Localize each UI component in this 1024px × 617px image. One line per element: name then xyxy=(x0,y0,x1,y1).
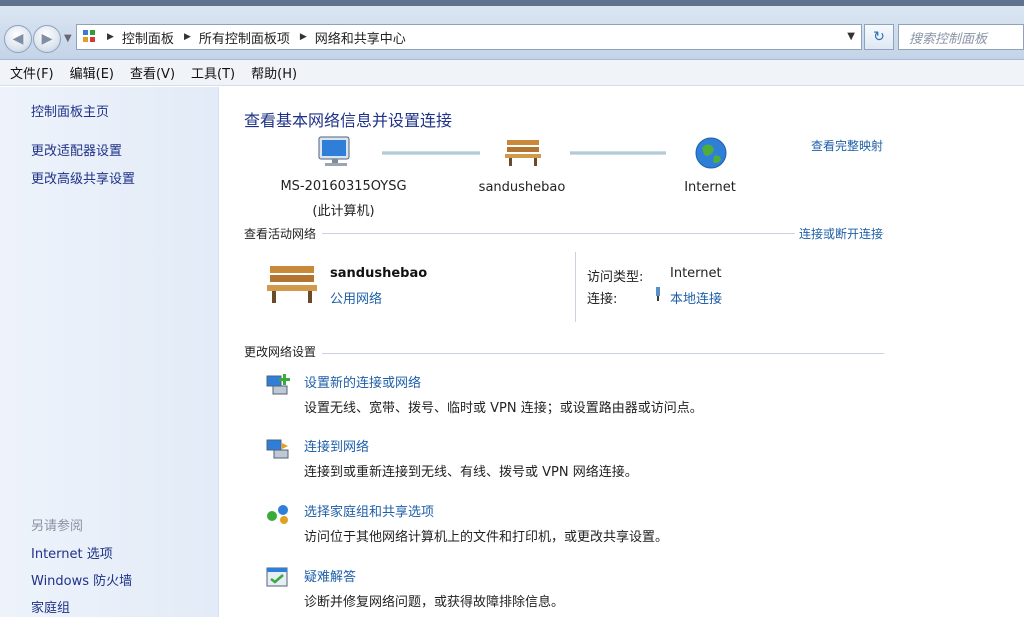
left-sidebar: 控制面板主页 更改适配器设置 更改高级共享设置 另请参阅 Internet 选项… xyxy=(0,87,219,617)
homegroup-icon xyxy=(267,505,288,524)
sidebar-link-adapter-settings[interactable]: 更改适配器设置 xyxy=(31,140,122,159)
task-desc-troubleshoot: 诊断并修复网络问题，或获得故障排除信息。 xyxy=(304,595,565,610)
search-input[interactable]: 搜索控制面板 xyxy=(898,24,1024,50)
computer-sub-label: (此计算机) xyxy=(312,204,375,219)
section-divider xyxy=(244,233,884,234)
forward-arrow-icon: ▶ xyxy=(41,31,53,47)
new-connection-icon xyxy=(266,374,290,395)
active-networks-heading: 查看活动网络 xyxy=(244,225,323,242)
refresh-icon: ↻ xyxy=(873,29,885,45)
menu-edit[interactable]: 编辑(E) xyxy=(70,63,114,82)
address-bar[interactable]: ▶ 控制面板 ▶ 所有控制面板项 ▶ 网络和共享中心 ▼ xyxy=(76,24,862,50)
access-type-value: Internet xyxy=(670,266,722,281)
task-homegroup-sharing[interactable]: 选择家庭组和共享选项 xyxy=(304,501,434,520)
task-desc-homegroup: 访问位于其他网络计算机上的文件和打印机，或更改共享设置。 xyxy=(304,530,669,545)
task-desc-setup: 设置无线、宽带、拨号、临时或 VPN 连接；或设置路由器或访问点。 xyxy=(304,401,703,416)
network-name-label: sandushebao xyxy=(478,180,566,195)
back-arrow-icon: ◀ xyxy=(12,31,24,47)
task-setup-new-connection[interactable]: 设置新的连接或网络 xyxy=(304,372,421,391)
back-button[interactable]: ◀ xyxy=(4,25,32,53)
sidebar-link-internet-options[interactable]: Internet 选项 xyxy=(31,543,113,562)
bench-icon[interactable] xyxy=(503,137,543,167)
bench-icon xyxy=(267,266,317,303)
connect-disconnect-link[interactable]: 连接或断开连接 xyxy=(794,225,883,242)
breadcrumb-separator-icon[interactable]: ▶ xyxy=(107,32,114,42)
plug-icon xyxy=(656,287,660,301)
address-dropdown-icon[interactable]: ▼ xyxy=(847,31,855,42)
sidebar-link-control-panel-home[interactable]: 控制面板主页 xyxy=(31,101,109,120)
change-settings-heading: 更改网络设置 xyxy=(244,343,323,360)
window-top-edge xyxy=(0,0,1024,6)
history-dropdown-icon[interactable]: ▼ xyxy=(64,33,72,44)
access-type-key: 访问类型: xyxy=(587,270,644,285)
menu-help[interactable]: 帮助(H) xyxy=(251,63,297,82)
globe-icon[interactable] xyxy=(694,136,728,170)
computer-name-label: MS-20160315OYSG xyxy=(280,179,407,194)
main-content: 查看基本网络信息并设置连接 查看完整映射 MS-20160315OYSG (此计… xyxy=(220,87,1024,617)
task-troubleshoot[interactable]: 疑难解答 xyxy=(304,566,356,585)
section-divider xyxy=(244,353,884,354)
internet-label: Internet xyxy=(684,180,736,195)
sidebar-link-advanced-sharing[interactable]: 更改高级共享设置 xyxy=(31,168,135,187)
breadcrumb-network-center[interactable]: 网络和共享中心 xyxy=(315,28,406,47)
breadcrumb-separator-icon[interactable]: ▶ xyxy=(300,32,307,42)
menu-tools[interactable]: 工具(T) xyxy=(191,63,235,82)
map-connector xyxy=(570,151,666,155)
task-desc-connect: 连接到或重新连接到无线、有线、拨号或 VPN 网络连接。 xyxy=(304,465,638,480)
connect-network-icon xyxy=(266,439,289,459)
sidebar-link-windows-firewall[interactable]: Windows 防火墙 xyxy=(31,570,132,589)
active-network-name: sandushebao xyxy=(330,266,428,281)
window-titlebar: ◀ ▶ ▼ ▶ 控制面板 ▶ 所有控制面板项 ▶ 网络和共享中心 ▼ ↻ 搜索控… xyxy=(0,0,1024,60)
refresh-button[interactable]: ↻ xyxy=(864,24,894,50)
connection-key: 连接: xyxy=(587,292,618,307)
menu-bar: 文件(F) 编辑(E) 查看(V) 工具(T) 帮助(H) xyxy=(0,60,1024,86)
map-connector xyxy=(382,151,480,155)
task-connect-to-network[interactable]: 连接到网络 xyxy=(304,436,369,455)
troubleshoot-icon xyxy=(266,567,288,587)
breadcrumb-all-items[interactable]: 所有控制面板项 xyxy=(199,28,290,47)
sidebar-link-homegroup[interactable]: 家庭组 xyxy=(31,597,70,616)
menu-file[interactable]: 文件(F) xyxy=(10,63,54,82)
menu-view[interactable]: 查看(V) xyxy=(130,63,175,82)
control-panel-icon xyxy=(83,29,99,45)
network-type-link[interactable]: 公用网络 xyxy=(330,288,382,307)
forward-button[interactable]: ▶ xyxy=(33,25,61,53)
vertical-divider xyxy=(575,252,576,322)
view-full-map-link[interactable]: 查看完整映射 xyxy=(811,137,883,154)
breadcrumb-control-panel[interactable]: 控制面板 xyxy=(122,28,174,47)
local-connection-link[interactable]: 本地连接 xyxy=(670,288,722,307)
page-title: 查看基本网络信息并设置连接 xyxy=(244,111,453,130)
see-also-heading: 另请参阅 xyxy=(31,519,84,534)
computer-icon[interactable] xyxy=(315,135,355,169)
breadcrumb-separator-icon[interactable]: ▶ xyxy=(184,32,191,42)
